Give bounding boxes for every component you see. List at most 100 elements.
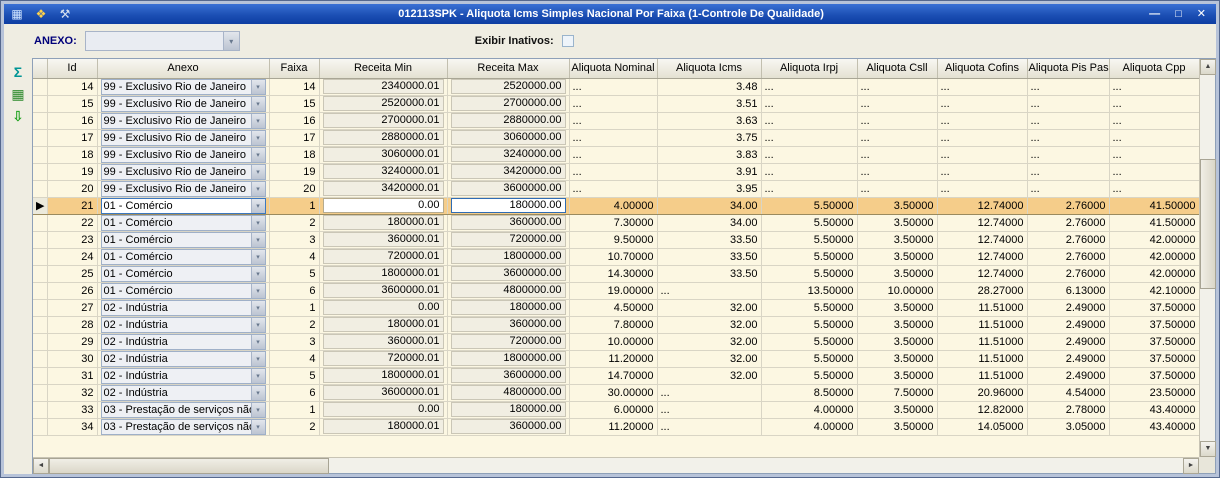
receita-min-editor[interactable]: 720000.01	[322, 351, 444, 366]
chevron-down-icon[interactable]: ▾	[250, 300, 265, 315]
cell-anexo[interactable]: 01 - Comércio ▾	[97, 265, 270, 283]
receita-max-editor[interactable]: 2700000.00	[450, 96, 566, 111]
chevron-down-icon[interactable]: ▾	[250, 419, 265, 434]
cell-receita-max[interactable]: 2520000.00	[447, 78, 570, 96]
receita-min-editor[interactable]: 2700000.01	[322, 113, 444, 128]
table-row[interactable]: 17 99 - Exclusivo Rio de Janeiro ▾ 17 288000…	[33, 129, 1199, 147]
cell-aliquota-csll[interactable]: 3.50000	[857, 367, 938, 385]
cell-aliquota-icms[interactable]: 3.75	[657, 129, 762, 147]
cell-faixa[interactable]: 4	[269, 248, 320, 266]
cell-aliquota-pis-pasep[interactable]: 3.05000	[1027, 418, 1110, 436]
chevron-down-icon[interactable]: ▾	[250, 232, 265, 247]
cell-aliquota-pis-pasep[interactable]: 2.76000	[1027, 196, 1110, 215]
cell-receita-max[interactable]: 360000.00	[447, 214, 570, 232]
receita-min-editor[interactable]: 2520000.01	[322, 96, 444, 111]
cell-aliquota-nominal[interactable]: ...	[569, 129, 658, 147]
cell-aliquota-irpj[interactable]: 5.50000	[761, 333, 858, 351]
cell-anexo[interactable]: 99 - Exclusivo Rio de Janeiro ▾	[97, 180, 270, 198]
receita-max-editor[interactable]: 1800000.00	[450, 249, 566, 264]
cell-aliquota-cofins[interactable]: 12.74000	[937, 248, 1028, 266]
receita-min-editor[interactable]: 360000.01	[322, 334, 444, 349]
cell-aliquota-cpp[interactable]: 42.10000	[1109, 282, 1199, 300]
cell-receita-min[interactable]: 0.00	[319, 196, 448, 215]
cell-aliquota-nominal[interactable]: 11.20000	[569, 350, 658, 368]
cell-anexo[interactable]: 01 - Comércio ▾	[97, 196, 270, 215]
cell-faixa[interactable]: 2	[269, 316, 320, 334]
cell-id[interactable]: 33	[47, 401, 98, 419]
table-row[interactable]: 15 99 - Exclusivo Rio de Janeiro ▾ 15 252000…	[33, 95, 1199, 113]
cell-aliquota-cpp[interactable]: 41.50000	[1109, 196, 1199, 215]
chevron-down-icon[interactable]: ▾	[250, 96, 265, 111]
receita-max-editor[interactable]: 3600000.00	[450, 266, 566, 281]
cell-receita-min[interactable]: 180000.01	[319, 418, 448, 436]
column-header-aliquota-pis-pasep[interactable]: Aliquota Pis Pasep	[1027, 59, 1110, 79]
cell-faixa[interactable]: 20	[269, 180, 320, 198]
cell-aliquota-pis-pasep[interactable]: ...	[1027, 163, 1110, 181]
cell-aliquota-cpp[interactable]: ...	[1109, 129, 1199, 147]
cell-receita-min[interactable]: 2700000.01	[319, 112, 448, 130]
receita-max-editor[interactable]: 3060000.00	[450, 130, 566, 145]
receita-max-editor[interactable]: 180000.00	[450, 300, 566, 315]
table-row[interactable]: 25 01 - Comércio ▾ 5 1800000.01 3600000.00 14.…	[33, 265, 1199, 283]
chevron-down-icon[interactable]: ▾	[250, 198, 265, 213]
horizontal-scroll-thumb[interactable]	[49, 458, 329, 474]
cell-aliquota-pis-pasep[interactable]: 2.49000	[1027, 367, 1110, 385]
cell-faixa[interactable]: 15	[269, 95, 320, 113]
anexo-combobox[interactable]: 03 - Prestação de serviços não ▾	[100, 401, 266, 417]
exibir-inativos-checkbox[interactable]	[561, 35, 574, 47]
chevron-down-icon[interactable]: ▾	[250, 385, 265, 400]
cell-faixa[interactable]: 3	[269, 231, 320, 249]
cell-aliquota-csll[interactable]: 3.50000	[857, 196, 938, 215]
chevron-down-icon[interactable]: ▾	[250, 351, 265, 366]
cell-receita-max[interactable]: 360000.00	[447, 418, 570, 436]
cell-aliquota-cpp[interactable]: 43.40000	[1109, 418, 1199, 436]
cell-aliquota-cofins[interactable]: ...	[937, 163, 1028, 181]
chevron-down-icon[interactable]: ▾	[250, 334, 265, 349]
cell-id[interactable]: 17	[47, 129, 98, 147]
column-header-faixa[interactable]: Faixa	[269, 59, 320, 79]
cell-aliquota-irpj[interactable]: 5.50000	[761, 196, 858, 215]
chevron-down-icon[interactable]: ▾	[250, 181, 265, 196]
anexo-combobox[interactable]: 01 - Comércio ▾	[100, 265, 266, 281]
cell-aliquota-cofins[interactable]: 20.96000	[937, 384, 1028, 402]
cell-aliquota-irpj[interactable]: 4.00000	[761, 418, 858, 436]
chevron-down-icon[interactable]: ▾	[250, 266, 265, 281]
cell-aliquota-cpp[interactable]: ...	[1109, 146, 1199, 164]
cell-aliquota-nominal[interactable]: 30.00000	[569, 384, 658, 402]
cell-aliquota-pis-pasep[interactable]: ...	[1027, 78, 1110, 96]
receita-min-editor[interactable]: 180000.01	[322, 215, 444, 230]
cell-aliquota-icms[interactable]: 3.63	[657, 112, 762, 130]
column-header-receita-min[interactable]: Receita Min	[319, 59, 448, 79]
cell-aliquota-cpp[interactable]: 42.00000	[1109, 248, 1199, 266]
receita-max-editor[interactable]: 1800000.00	[450, 351, 566, 366]
cell-faixa[interactable]: 14	[269, 78, 320, 96]
cell-aliquota-csll[interactable]: 3.50000	[857, 333, 938, 351]
horizontal-scrollbar[interactable]: ◄ ►	[33, 457, 1199, 474]
cell-id[interactable]: 31	[47, 367, 98, 385]
cell-receita-min[interactable]: 3420000.01	[319, 180, 448, 198]
cell-aliquota-nominal[interactable]: 4.00000	[569, 196, 658, 215]
chevron-down-icon[interactable]: ▾	[250, 215, 265, 230]
receita-max-editor[interactable]: 180000.00	[450, 198, 566, 213]
receita-min-editor[interactable]: 2880000.01	[322, 130, 444, 145]
column-header-aliquota-icms[interactable]: Aliquota Icms	[657, 59, 762, 79]
receita-min-editor[interactable]: 3600000.01	[322, 283, 444, 298]
cell-anexo[interactable]: 02 - Indústria ▾	[97, 299, 270, 317]
cell-aliquota-csll[interactable]: 3.50000	[857, 401, 938, 419]
cell-aliquota-nominal[interactable]: 11.20000	[569, 418, 658, 436]
scroll-left-icon[interactable]: ◄	[33, 458, 49, 474]
cell-aliquota-cofins[interactable]: 12.82000	[937, 401, 1028, 419]
cell-aliquota-cofins[interactable]: 11.51000	[937, 299, 1028, 317]
cell-anexo[interactable]: 03 - Prestação de serviços não ▾	[97, 418, 270, 436]
receita-max-editor[interactable]: 3600000.00	[450, 181, 566, 196]
cell-aliquota-icms[interactable]: 32.00	[657, 333, 762, 351]
cell-faixa[interactable]: 5	[269, 265, 320, 283]
cell-anexo[interactable]: 02 - Indústria ▾	[97, 384, 270, 402]
cell-aliquota-cpp[interactable]: 41.50000	[1109, 214, 1199, 232]
table-row[interactable]: 14 99 - Exclusivo Rio de Janeiro ▾ 14 234000…	[33, 78, 1199, 96]
cell-id[interactable]: 34	[47, 418, 98, 436]
cell-aliquota-csll[interactable]: 7.50000	[857, 384, 938, 402]
cell-aliquota-cofins[interactable]: 12.74000	[937, 265, 1028, 283]
cell-aliquota-cpp[interactable]: 37.50000	[1109, 299, 1199, 317]
cell-aliquota-nominal[interactable]: ...	[569, 180, 658, 198]
